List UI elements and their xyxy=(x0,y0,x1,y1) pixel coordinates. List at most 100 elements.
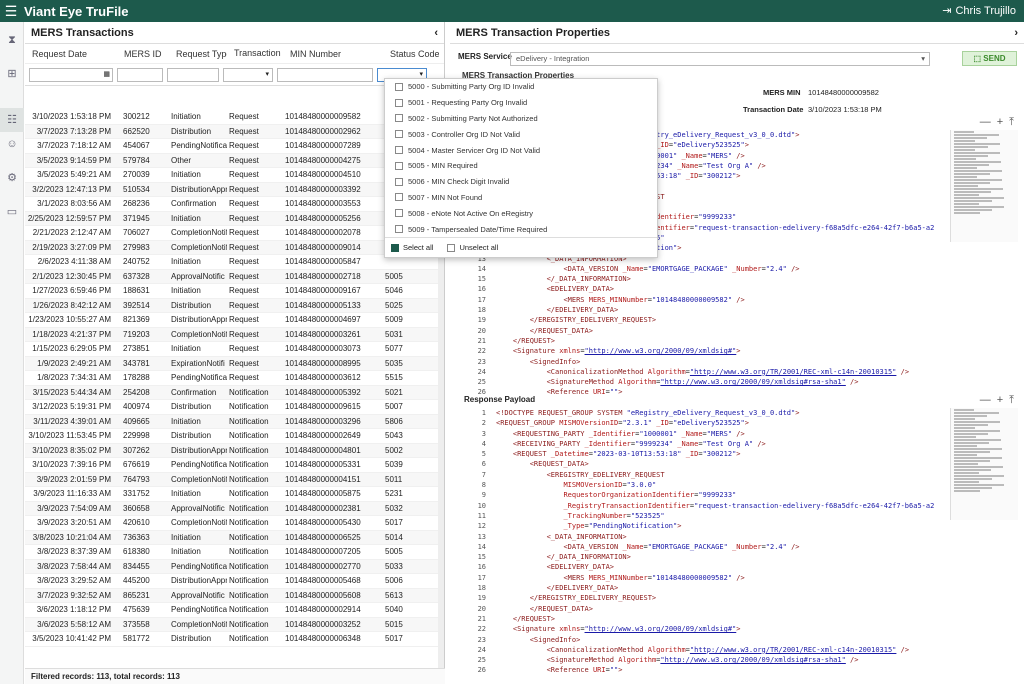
table-row[interactable]: 3/1/2023 8:03:56 AM 268236 Confirmation Req… xyxy=(25,197,438,212)
table-row[interactable]: 2/21/2023 2:12:47 AM 706027 CompletionNoti… xyxy=(25,226,438,241)
table-cell: 3/5/2023 10:41:42 PM xyxy=(32,634,111,644)
table-cell: 10148480000004697 xyxy=(285,315,361,325)
table-row[interactable]: 3/12/2023 5:19:31 PM 400974 Distribution No… xyxy=(25,400,438,415)
request-type-filter[interactable] xyxy=(167,67,219,82)
table-row[interactable]: 3/7/2023 7:13:28 PM 662520 Distribution Req… xyxy=(25,124,438,139)
table-row[interactable]: 1/23/2023 10:55:27 AM 821369 DistributionA… xyxy=(25,313,438,328)
table-cell: 5015 xyxy=(385,619,403,629)
status-code-option[interactable]: 5005 - MIN Required xyxy=(385,158,657,174)
table-row[interactable]: 3/7/2023 7:18:12 AM 454067 PendingNotifica… xyxy=(25,139,438,154)
response-payload-editor[interactable]: 1 <!DOCTYPE REQUEST_GROUP SYSTEM "eRegist… xyxy=(458,408,943,684)
table-row[interactable]: 3/9/2023 7:54:09 AM 360658 ApprovalNotific… xyxy=(25,501,438,516)
table-row[interactable]: 3/6/2023 5:58:12 AM 373558 CompletionNotif… xyxy=(25,617,438,632)
collapse-top-icon[interactable]: ⤒ xyxy=(1009,116,1014,129)
status-code-option[interactable]: 5004 - Master Servicer Org ID Not Valid xyxy=(385,142,657,158)
table-row[interactable]: 3/8/2023 10:21:04 AM 736363 Initiation Noti… xyxy=(25,530,438,545)
table-row[interactable]: 3/10/2023 11:53:45 PM 229998 Distribution N… xyxy=(25,429,438,444)
table-row[interactable]: 3/5/2023 10:41:42 PM 581772 Distribution No… xyxy=(25,632,438,647)
transaction-filter[interactable]: ▾ xyxy=(223,67,273,82)
col-min-number[interactable]: MIN Number xyxy=(283,49,383,59)
col-request-date[interactable]: Request Date xyxy=(25,49,117,59)
table-row[interactable]: 2/25/2023 12:59:57 PM 371945 Initiation Req… xyxy=(25,211,438,226)
unselect-all-option[interactable]: Unselect all xyxy=(447,243,498,252)
table-cell: 3/7/2023 9:32:52 AM xyxy=(37,590,111,600)
select-all-option[interactable]: Select all xyxy=(391,243,433,252)
calendar-icon[interactable]: ▦ xyxy=(103,70,110,78)
table-row[interactable]: 1/26/2023 8:42:12 AM 392514 Distribution Re… xyxy=(25,298,438,313)
checkbox-icon xyxy=(395,146,403,155)
request-minimap[interactable] xyxy=(950,130,1018,242)
table-row[interactable]: 3/6/2023 1:18:12 PM 475639 PendingNotifica… xyxy=(25,603,438,618)
table-cell: 10148480000005331 xyxy=(285,460,361,470)
table-row[interactable]: 1/15/2023 6:29:05 PM 273851 Initiation Requ… xyxy=(25,342,438,357)
status-code-option[interactable]: 5009 - Tampersealed Date/Time Required xyxy=(385,221,657,237)
col-transaction[interactable]: Transaction ▾ xyxy=(227,48,283,59)
send-button[interactable]: ⬚ SEND xyxy=(962,51,1017,66)
hourglass-icon[interactable]: ⧗ xyxy=(4,32,20,48)
table-cell: 5613 xyxy=(385,590,403,600)
table-row[interactable]: 3/7/2023 9:32:52 AM 865231 ApprovalNotific… xyxy=(25,588,438,603)
table-row[interactable]: 3/5/2023 9:14:59 PM 579784 Other Request 101… xyxy=(25,153,438,168)
status-code-option[interactable]: 5003 - Controller Org ID Not Valid xyxy=(385,126,657,142)
col-request-type[interactable]: Request Type xyxy=(169,49,227,59)
minimap-line xyxy=(954,448,1002,450)
plus-icon[interactable]: + xyxy=(997,394,1003,407)
service-select[interactable]: eDelivery - Integration ▾ xyxy=(510,52,930,66)
plus-icon[interactable]: + xyxy=(997,116,1003,129)
gear-icon[interactable]: ⚙ xyxy=(4,170,20,186)
table-row[interactable]: 1/9/2023 2:49:21 AM 343781 ExpirationNotif… xyxy=(25,356,438,371)
table-row[interactable]: 3/8/2023 8:37:39 AM 618380 Initiation Notif… xyxy=(25,545,438,560)
table-row[interactable]: 3/10/2023 7:39:16 PM 676619 PendingNotific… xyxy=(25,458,438,473)
chevron-left-icon[interactable]: ‹ xyxy=(434,27,438,39)
status-code-option[interactable]: 5000 - Submitting Party Org ID Invalid xyxy=(385,79,657,95)
minimap-line xyxy=(954,149,976,151)
handshake-icon[interactable]: ☷ xyxy=(4,112,20,128)
table-row[interactable]: 3/10/2023 8:35:02 PM 307262 DistributionAp… xyxy=(25,443,438,458)
request-date-filter[interactable]: ▦ xyxy=(29,67,113,82)
table-row[interactable]: 3/10/2023 1:53:18 PM 300212 Initiation Requ… xyxy=(25,110,438,125)
table-row[interactable]: 1/8/2023 7:34:31 AM 178288 PendingNotifica… xyxy=(25,371,438,386)
table-row[interactable]: 3/11/2023 4:39:01 AM 409665 Initiation Noti… xyxy=(25,414,438,429)
hamburger-menu-icon[interactable]: ☰ xyxy=(0,3,22,20)
table-cell: 10148480000002718 xyxy=(285,271,361,281)
table-row[interactable]: 2/19/2023 3:27:09 PM 279983 CompletionNoti… xyxy=(25,240,438,255)
table-row[interactable]: 1/27/2023 6:59:46 PM 188631 Initiation Requ… xyxy=(25,284,438,299)
checkbox-icon xyxy=(395,161,403,170)
col-mers-id[interactable]: MERS ID xyxy=(117,49,169,59)
table-row[interactable]: 1/18/2023 4:21:37 PM 719203 CompletionNoti… xyxy=(25,327,438,342)
minimap-line xyxy=(954,433,989,435)
chevron-right-icon[interactable]: › xyxy=(1014,27,1018,39)
table-row[interactable]: 3/5/2023 5:49:21 AM 270039 Initiation Reque… xyxy=(25,168,438,183)
minimap-line xyxy=(954,451,990,453)
status-code-option[interactable]: 5002 - Submitting Party Not Authorized xyxy=(385,111,657,127)
table-row[interactable]: 3/9/2023 3:20:51 AM 420610 CompletionNotif… xyxy=(25,516,438,531)
col-status-code[interactable]: Status Code xyxy=(383,49,439,59)
table-cell: 581772 xyxy=(123,634,150,644)
table-cell: 3/15/2023 5:44:34 AM xyxy=(32,387,111,397)
user-menu[interactable]: ⇥ Chris Trujillo xyxy=(942,4,1016,18)
table-row[interactable]: 2/1/2023 12:30:45 PM 637328 ApprovalNotifi… xyxy=(25,269,438,284)
folder-icon[interactable]: ▭ xyxy=(4,204,20,220)
table-row[interactable]: 3/9/2023 11:16:33 AM 331752 Initiation Noti… xyxy=(25,487,438,502)
minimize-icon[interactable]: — xyxy=(980,116,991,129)
status-code-option[interactable]: 5006 - MIN Check Digit Invalid xyxy=(385,174,657,190)
response-minimap[interactable] xyxy=(950,408,1018,520)
mers-id-filter[interactable] xyxy=(117,67,163,82)
users-icon[interactable]: ☺ xyxy=(4,136,20,152)
status-code-option[interactable]: 5008 - eNote Not Active On eRegistry xyxy=(385,205,657,221)
status-code-option[interactable]: 5007 - MIN Not Found xyxy=(385,190,657,206)
minimize-icon[interactable]: — xyxy=(980,394,991,407)
status-code-option[interactable]: 5001 - Requesting Party Org Invalid xyxy=(385,95,657,111)
table-row[interactable]: 3/15/2023 5:44:34 AM 254208 Confirmation No… xyxy=(25,385,438,400)
collapse-top-icon[interactable]: ⤒ xyxy=(1009,394,1014,407)
table-row[interactable]: 3/2/2023 12:47:13 PM 510534 DistributionAp… xyxy=(25,182,438,197)
min-number-filter[interactable] xyxy=(277,67,373,82)
org-chart-icon[interactable]: ⊞ xyxy=(4,66,20,82)
table-row[interactable]: 2/6/2023 4:11:38 AM 240752 Initiation Reque… xyxy=(25,255,438,270)
table-row[interactable]: 3/8/2023 3:29:52 AM 445200 DistributionApp… xyxy=(25,574,438,589)
table-row[interactable]: 3/8/2023 7:58:44 AM 834455 PendingNotifica… xyxy=(25,559,438,574)
table-cell: 10148480000004275 xyxy=(285,155,361,165)
table-cell: 5231 xyxy=(385,489,403,499)
send-icon: ⬚ xyxy=(973,54,984,63)
table-row[interactable]: 3/9/2023 2:01:59 PM 764793 CompletionNotif… xyxy=(25,472,438,487)
